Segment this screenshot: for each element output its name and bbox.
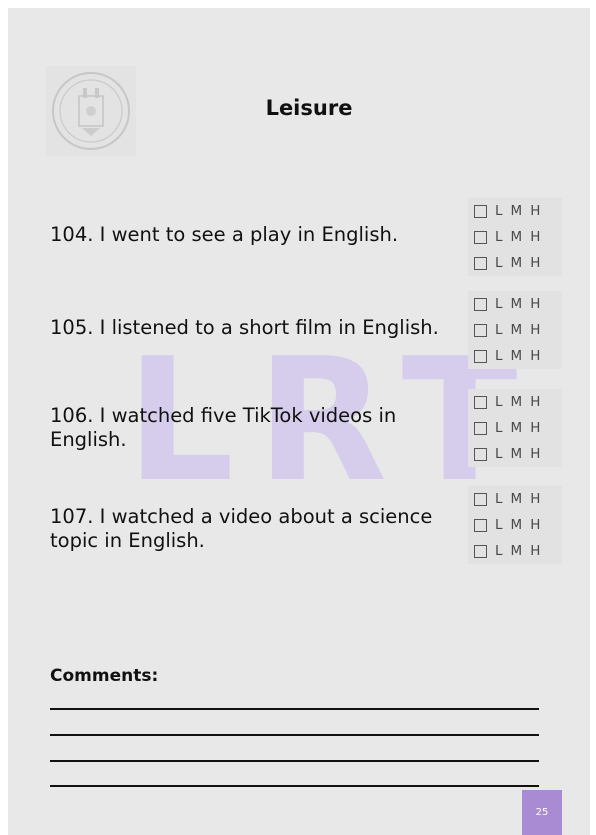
- list-item-104: 104. I went to see a play in English.: [50, 223, 399, 246]
- rating-row: LMH: [468, 250, 562, 276]
- comment-line[interactable]: [50, 708, 539, 710]
- rating-row: LMH: [468, 441, 562, 467]
- checkbox[interactable]: [474, 256, 487, 270]
- rating-row: LMH: [468, 512, 562, 538]
- checkbox[interactable]: [474, 395, 487, 409]
- page-number-badge: 25: [522, 790, 562, 835]
- rating-group-106: LMH LMH LMH: [468, 389, 562, 467]
- checkbox[interactable]: [474, 230, 487, 244]
- comment-line[interactable]: [50, 785, 539, 787]
- worksheet-page: Leisure LRT 104. I went to see a play in…: [8, 8, 590, 835]
- rating-row: LMH: [468, 224, 562, 250]
- rating-row: LMH: [468, 317, 562, 343]
- page-title: Leisure: [265, 96, 353, 120]
- rating-row: LMH: [468, 343, 562, 369]
- checkbox[interactable]: [474, 447, 487, 461]
- checkbox[interactable]: [474, 518, 487, 532]
- checkbox[interactable]: [474, 204, 487, 218]
- checkbox[interactable]: [474, 421, 487, 435]
- rating-row: LMH: [468, 198, 562, 224]
- comment-line[interactable]: [50, 734, 539, 736]
- rating-row: LMH: [468, 389, 562, 415]
- rating-row: LMH: [468, 486, 562, 512]
- rating-row: LMH: [468, 291, 562, 317]
- checkbox[interactable]: [474, 323, 487, 337]
- checkbox[interactable]: [474, 544, 487, 558]
- checkbox[interactable]: [474, 349, 487, 363]
- list-item-107: 107. I watched a video about a science t…: [50, 505, 433, 552]
- rating-group-105: LMH LMH LMH: [468, 291, 562, 369]
- list-item-106: 106. I watched five TikTok videos in Eng…: [50, 404, 397, 451]
- list-item-105: 105. I listened to a short film in Engli…: [50, 316, 439, 339]
- rating-group-107: LMH LMH LMH: [468, 486, 562, 564]
- comments-label: Comments:: [50, 666, 159, 686]
- comment-line[interactable]: [50, 760, 539, 762]
- checkbox[interactable]: [474, 297, 487, 311]
- rating-group-104: LMH LMH LMH: [468, 198, 562, 276]
- rating-row: LMH: [468, 538, 562, 564]
- checkbox[interactable]: [474, 492, 487, 506]
- rating-row: LMH: [468, 415, 562, 441]
